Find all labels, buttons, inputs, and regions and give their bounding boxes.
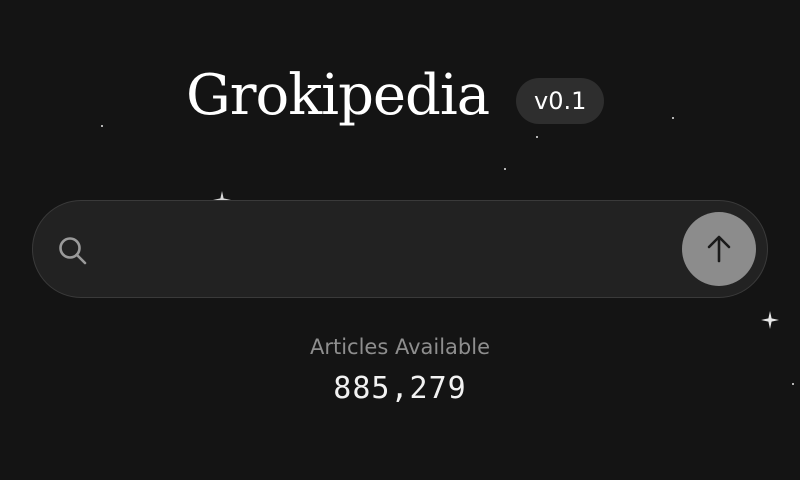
arrow-up-icon [707,235,731,263]
articles-label: Articles Available [309,335,491,359]
version-badge: v0.1 [516,78,605,124]
star-dot [504,168,506,170]
submit-button[interactable] [682,212,756,286]
search-icon [59,237,87,265]
articles-count: 885,279 [333,371,467,406]
brand-header: Grokipedia v0.1 [0,60,800,140]
search-input[interactable] [104,222,668,278]
site-title: Grokipedia [186,63,490,128]
sparkle-icon [761,311,779,329]
page: Grokipedia v0.1 Articles Available 885,2… [0,0,800,480]
